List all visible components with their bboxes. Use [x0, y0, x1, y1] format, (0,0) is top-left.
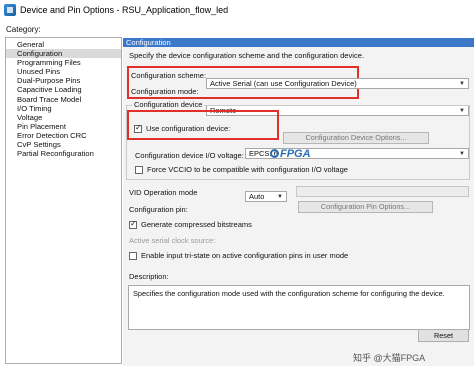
configuration-device-group-title: Configuration device: [132, 100, 205, 109]
category-item-error-detection-crc[interactable]: Error Detection CRC: [6, 131, 121, 140]
description-text: Specifies the configuration mode used wi…: [128, 285, 470, 330]
category-item-capacitive-loading[interactable]: Capacitive Loading: [6, 85, 121, 94]
description-label: Description:: [129, 272, 169, 281]
reset-button[interactable]: Reset: [418, 329, 469, 342]
tristate-checkbox[interactable]: [129, 251, 137, 260]
category-list: General Configuration Programming Files …: [5, 37, 122, 364]
use-device-label: Use configuration device:: [146, 124, 231, 133]
section-header: Configuration: [123, 38, 474, 47]
category-item-pin-placement[interactable]: Pin Placement: [6, 122, 121, 131]
compressed-label: Generate compressed bitstreams: [141, 220, 252, 229]
category-item-voltage[interactable]: Voltage: [6, 113, 121, 122]
fpga-logo-text: FPGA: [280, 148, 311, 160]
tristate-label: Enable input tri-state on active configu…: [141, 251, 349, 260]
category-item-programming-files[interactable]: Programming Files: [6, 58, 121, 67]
fpga-watermark-logo: FPGA: [270, 148, 311, 160]
compressed-row[interactable]: Generate compressed bitstreams: [129, 219, 252, 229]
io-voltage-value: Auto: [249, 192, 265, 201]
app-icon: [4, 4, 16, 16]
category-item-general[interactable]: General: [6, 40, 121, 49]
scheme-value: Active Serial (can use Configuration Dev…: [210, 79, 357, 88]
chevron-down-icon: ▼: [459, 151, 465, 157]
compressed-checkbox[interactable]: [129, 219, 137, 229]
category-item-io-timing[interactable]: I/O Timing: [6, 104, 121, 113]
fpga-logo-icon: [270, 149, 279, 158]
use-device-checkbox[interactable]: [134, 123, 142, 133]
use-device-row[interactable]: Use configuration device:: [134, 123, 231, 133]
force-vccio-row[interactable]: Force VCCIO to be compatible with config…: [135, 165, 348, 174]
scheme-select[interactable]: Active Serial (can use Configuration Dev…: [206, 78, 469, 89]
configuration-panel: Configuration Specify the device configu…: [123, 38, 474, 366]
category-item-cvp-settings[interactable]: CvP Settings: [6, 140, 121, 149]
category-item-configuration[interactable]: Configuration: [6, 49, 121, 59]
configuration-device-options-button[interactable]: Configuration Device Options...: [283, 132, 429, 144]
configuration-pin-label: Configuration pin:: [129, 205, 188, 214]
category-item-partial-reconfiguration[interactable]: Partial Reconfiguration: [6, 149, 121, 158]
window-title: Device and Pin Options - RSU_Application…: [20, 5, 229, 15]
tristate-row[interactable]: Enable input tri-state on active configu…: [129, 251, 348, 260]
force-vccio-label: Force VCCIO to be compatible with config…: [147, 165, 348, 174]
chevron-down-icon: ▼: [277, 194, 283, 200]
scheme-label: Configuration scheme:: [131, 71, 207, 80]
configuration-pin-options-button[interactable]: Configuration Pin Options...: [298, 201, 433, 213]
force-vccio-checkbox[interactable]: [135, 165, 143, 174]
panel-description: Specify the device configuration scheme …: [129, 51, 365, 60]
mode-label: Configuration mode:: [131, 87, 199, 96]
title-bar: Device and Pin Options - RSU_Application…: [0, 0, 474, 20]
category-item-board-trace-model[interactable]: Board Trace Model: [6, 95, 121, 104]
vid-operation-label: VID Operation mode: [129, 188, 198, 197]
chevron-down-icon: ▼: [459, 81, 465, 87]
footer-watermark: 知乎 @大猫FPGA: [353, 353, 426, 363]
category-item-unused-pins[interactable]: Unused Pins: [6, 67, 121, 76]
clock-source-label: Active serial clock source:: [129, 236, 216, 245]
io-voltage-select[interactable]: Auto ▼: [245, 191, 287, 202]
io-voltage-label: Configuration device I/O voltage:: [135, 151, 244, 160]
category-item-dual-purpose-pins[interactable]: Dual-Purpose Pins: [6, 76, 121, 85]
vid-operation-select[interactable]: [296, 186, 469, 197]
category-label: Category:: [6, 25, 41, 34]
